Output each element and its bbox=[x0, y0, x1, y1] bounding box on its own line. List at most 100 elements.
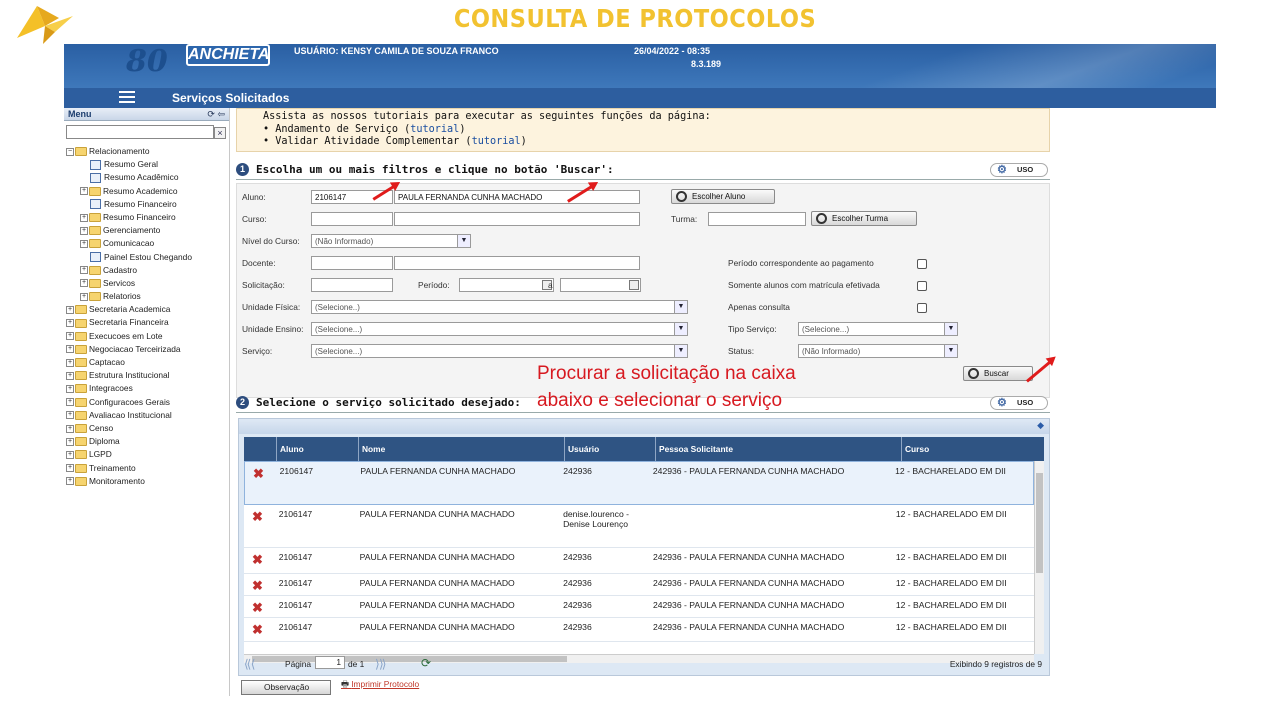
expand-icon[interactable]: + bbox=[66, 305, 74, 314]
escolher-turma-button[interactable]: Escolher Turma bbox=[811, 211, 917, 226]
menu-search-input[interactable] bbox=[66, 125, 214, 139]
sidebar-item[interactable]: + Diploma bbox=[66, 435, 192, 448]
sidebar-item[interactable]: + Servicos bbox=[66, 277, 192, 290]
column-pessoa-solicitante[interactable]: Pessoa Solicitante bbox=[655, 437, 901, 461]
expand-icon[interactable]: + bbox=[66, 398, 74, 407]
nivel-select[interactable]: (Não Informado) ▼ bbox=[311, 234, 471, 248]
tutorial-link-2[interactable]: tutorial bbox=[472, 136, 521, 147]
expand-icon[interactable]: + bbox=[66, 411, 74, 420]
turma-input[interactable] bbox=[708, 212, 806, 226]
sidebar-item[interactable]: + Comunicacao bbox=[66, 237, 192, 250]
aluno-name-input[interactable]: PAULA FERNANDA CUNHA MACHADO bbox=[394, 190, 640, 204]
table-row[interactable]: ✖ 2106147 PAULA FERNANDA CUNHA MACHADO 2429… bbox=[244, 574, 1034, 596]
buscar-button[interactable]: Buscar bbox=[963, 366, 1033, 381]
table-row[interactable]: ✖ 2106147 PAULA FERNANDA CUNHA MACHADO 2429… bbox=[244, 461, 1034, 505]
sidebar-item[interactable]: + Gerenciamento bbox=[66, 224, 192, 237]
expand-icon[interactable]: + bbox=[80, 187, 88, 196]
expand-icon[interactable]: + bbox=[66, 384, 74, 393]
sidebar-item[interactable]: + Resumo Academico bbox=[66, 185, 192, 198]
collapse-icon[interactable]: − bbox=[66, 147, 74, 156]
tutorial-link-1[interactable]: tutorial bbox=[410, 124, 459, 135]
expand-icon[interactable]: + bbox=[66, 319, 74, 328]
sidebar-item[interactable]: + Secretaria Financeira bbox=[66, 316, 192, 329]
expand-icon[interactable]: + bbox=[66, 358, 74, 367]
imprimir-protocolo-link[interactable]: 🖶 Imprimir Protocolo bbox=[341, 679, 419, 693]
status-select[interactable]: (Não Informado) ▼ bbox=[798, 344, 958, 358]
remove-icon[interactable]: ✖ bbox=[245, 462, 277, 504]
remove-icon[interactable]: ✖ bbox=[244, 596, 276, 617]
expand-icon[interactable]: + bbox=[66, 332, 74, 341]
sidebar-item[interactable]: + Relatorios bbox=[66, 290, 192, 303]
sidebar-item[interactable]: + Integracoes bbox=[66, 382, 192, 395]
sidebar-item[interactable]: Painel Estou Chegando bbox=[66, 251, 192, 264]
sidebar-item[interactable]: − Relacionamento bbox=[66, 145, 192, 158]
periodo-end-input[interactable] bbox=[560, 278, 641, 292]
unidade-fisica-select[interactable]: (Selecione..) ▼ bbox=[311, 300, 688, 314]
curso-name-input[interactable] bbox=[394, 212, 640, 226]
tipo-servico-select[interactable]: (Selecione...) ▼ bbox=[798, 322, 958, 336]
first-prev-page-icon[interactable]: ⟨⟨ ⟨ bbox=[244, 657, 255, 671]
expand-icon[interactable]: + bbox=[80, 292, 88, 301]
sidebar-item[interactable]: + Negociacao Terceirizada bbox=[66, 343, 192, 356]
expand-icon[interactable]: + bbox=[66, 371, 74, 380]
sidebar-item[interactable]: + Treinamento bbox=[66, 462, 192, 475]
servico-select[interactable]: (Selecione...) ▼ bbox=[311, 344, 688, 358]
sidebar-item[interactable]: + Estrutura Institucional bbox=[66, 369, 192, 382]
somente-matricula-checkbox[interactable] bbox=[917, 281, 927, 291]
column-usuario[interactable]: Usuário bbox=[564, 437, 655, 461]
expand-icon[interactable]: + bbox=[66, 424, 74, 433]
column-curso[interactable]: Curso bbox=[901, 437, 1044, 461]
sidebar-item[interactable]: + Resumo Financeiro bbox=[66, 211, 192, 224]
hamburger-menu-icon[interactable] bbox=[119, 91, 135, 103]
remove-icon[interactable]: ✖ bbox=[244, 548, 276, 573]
expand-icon[interactable]: + bbox=[80, 239, 88, 248]
apenas-consulta-checkbox[interactable] bbox=[917, 303, 927, 313]
sidebar-item[interactable]: + Execucoes em Lote bbox=[66, 330, 192, 343]
next-last-page-icon[interactable]: ⟩ ⟩⟩ bbox=[375, 657, 386, 671]
expand-icon[interactable]: + bbox=[66, 437, 74, 446]
unidade-ensino-select[interactable]: (Selecione...) ▼ bbox=[311, 322, 688, 336]
expand-icon[interactable]: + bbox=[80, 213, 88, 222]
sidebar-item[interactable]: + Cadastro bbox=[66, 264, 192, 277]
table-row[interactable]: ✖ 2106147 PAULA FERNANDA CUNHA MACHADO 2429… bbox=[244, 618, 1034, 642]
expand-icon[interactable]: + bbox=[80, 226, 88, 235]
table-row[interactable]: ✖ 2106147 PAULA FERNANDA CUNHA MACHADO deni… bbox=[244, 505, 1034, 548]
column-nome[interactable]: Nome bbox=[358, 437, 564, 461]
uso-toggle-2[interactable]: ⚙ USO bbox=[990, 396, 1048, 410]
expand-icon[interactable]: + bbox=[66, 450, 74, 459]
refresh-icon[interactable]: ⟳ bbox=[421, 656, 431, 670]
expand-icon[interactable]: + bbox=[80, 266, 88, 275]
sidebar-item[interactable]: Resumo Geral bbox=[66, 158, 192, 171]
grid-options-icon[interactable]: ◆ bbox=[1037, 420, 1044, 431]
grid-vertical-scrollbar[interactable] bbox=[1034, 461, 1044, 654]
table-row[interactable]: ✖ 2106147 PAULA FERNANDA CUNHA MACHADO 2429… bbox=[244, 596, 1034, 618]
periodo-pagamento-checkbox[interactable] bbox=[917, 259, 927, 269]
sidebar-item[interactable]: + Avaliacao Institucional bbox=[66, 409, 192, 422]
expand-icon[interactable]: + bbox=[80, 279, 88, 288]
menu-refresh-icon[interactable]: ⟳ ⇦ bbox=[207, 109, 225, 120]
sidebar-item[interactable]: Resumo Acadêmico bbox=[66, 171, 192, 184]
table-row[interactable]: ✖ 2106147 PAULA FERNANDA CUNHA MACHADO 2429… bbox=[244, 548, 1034, 574]
remove-icon[interactable]: ✖ bbox=[244, 505, 276, 547]
sidebar-item[interactable]: + LGPD bbox=[66, 448, 192, 461]
uso-toggle-1[interactable]: ⚙ USO bbox=[990, 163, 1048, 177]
remove-icon[interactable]: ✖ bbox=[244, 574, 276, 595]
sidebar-item[interactable]: + Configuracoes Gerais bbox=[66, 396, 192, 409]
solicitacao-input[interactable] bbox=[311, 278, 393, 292]
curso-code-input[interactable] bbox=[311, 212, 393, 226]
expand-icon[interactable]: + bbox=[66, 477, 74, 486]
observacao-button[interactable]: Observação bbox=[241, 680, 331, 695]
page-number-input[interactable]: 1 bbox=[315, 656, 345, 669]
column-aluno[interactable]: Aluno bbox=[276, 437, 358, 461]
periodo-start-input[interactable] bbox=[459, 278, 554, 292]
expand-icon[interactable]: + bbox=[66, 464, 74, 473]
docente-code-input[interactable] bbox=[311, 256, 393, 270]
docente-name-input[interactable] bbox=[394, 256, 640, 270]
sidebar-item[interactable]: + Monitoramento bbox=[66, 475, 192, 488]
sidebar-item[interactable]: + Censo bbox=[66, 422, 192, 435]
expand-icon[interactable]: + bbox=[66, 345, 74, 354]
clear-search-icon[interactable]: × bbox=[214, 127, 226, 139]
sidebar-item[interactable]: + Secretaria Academica bbox=[66, 303, 192, 316]
sidebar-item[interactable]: + Captacao bbox=[66, 356, 192, 369]
remove-icon[interactable]: ✖ bbox=[244, 618, 276, 641]
